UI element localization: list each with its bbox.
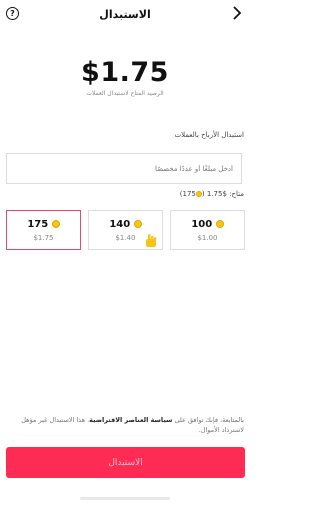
section-label: استبدال الأرباح بالعملات (174, 131, 244, 139)
top-bar: ? الاستبدال (0, 0, 250, 30)
package-card-140[interactable]: 140 $1.40 (88, 210, 163, 250)
coin-icon (215, 220, 224, 228)
coin-icon (133, 220, 142, 228)
package-coins: 100 (171, 219, 244, 230)
package-coins-value: 100 (191, 219, 213, 230)
available-prefix: متاح: $1.75 ( (201, 190, 244, 198)
page-title: الاستبدال (99, 8, 151, 21)
tap-hand-icon (146, 234, 157, 247)
package-card-100[interactable]: 100 $1.00 (170, 210, 245, 250)
package-coins: 175 (7, 219, 80, 230)
redeem-button[interactable]: الاستبدال (6, 447, 245, 478)
package-coins: 140 (89, 219, 162, 230)
home-indicator (80, 497, 170, 500)
available-balance: متاح: $1.75 (175) (180, 190, 244, 198)
package-price: $1.00 (197, 234, 218, 242)
coin-icon (51, 220, 60, 228)
balance-caption: الرصيد المتاح لاستبدال العملات (86, 90, 164, 97)
terms-prefix: بالمتابعة، فإنك توافق على (174, 416, 244, 424)
balance-amount: $1.75 (81, 57, 169, 88)
package-coins-value: 140 (109, 219, 131, 230)
package-coins-value: 175 (27, 219, 49, 230)
custom-amount-input[interactable] (6, 153, 242, 184)
terms-note: بالمتابعة، فإنك توافق على سياسة العناصر … (6, 415, 244, 435)
virtual-items-policy-link[interactable]: سياسة العناصر الافتراضية (89, 416, 172, 424)
available-coins: 175 (182, 190, 196, 198)
package-card-175[interactable]: 175 $1.75 (6, 210, 81, 250)
chevron-right-icon[interactable] (230, 6, 244, 22)
package-price: $1.75 (33, 234, 54, 242)
